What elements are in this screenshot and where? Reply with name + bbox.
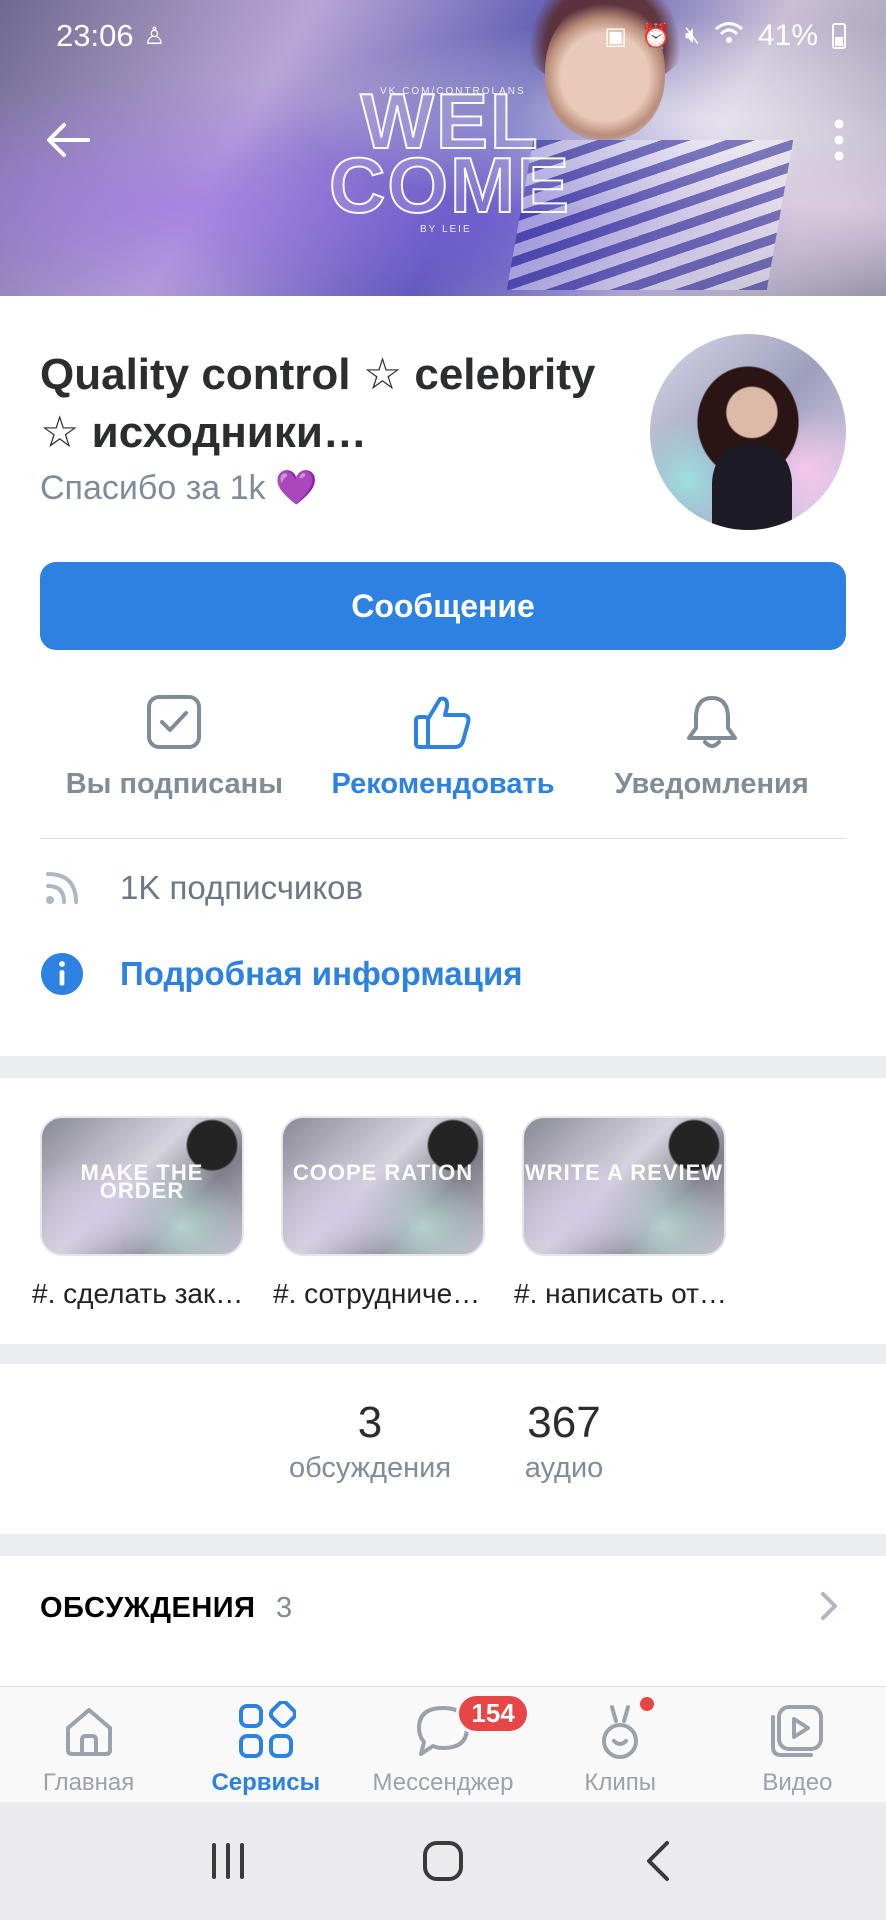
discussions-header[interactable]: ОБСУЖДЕНИЯ 3 [0,1556,886,1686]
messenger-badge: 154 [456,1693,530,1734]
tab-messenger[interactable]: 154 Мессенджер [354,1687,531,1802]
alarm-icon: ⏰ [640,22,671,50]
discussions-title: ОБСУЖДЕНИЯ [40,1592,256,1624]
notification-icon: ♙ [143,22,166,50]
video-icon [765,1699,829,1763]
rss-icon [40,866,84,910]
tab-video[interactable]: Видео [709,1687,886,1802]
system-navigation-bar [0,1802,886,1920]
counters-section: 3 обсуждения 367 аудио [0,1364,886,1534]
thumbs-up-icon [411,690,475,754]
counter-discussions[interactable]: 3 обсуждения [278,1398,462,1485]
checkbox-icon [142,690,206,754]
bottom-tab-bar: Главная Сервисы 154 Мессенджер Клипы Вид… [0,1686,886,1802]
arrow-left-icon [47,123,90,157]
group-name: Quality control ☆ celebrity ☆ исходники… [40,350,596,457]
message-button[interactable]: Сообщение [40,562,846,650]
info-icon [40,952,84,996]
tab-clips[interactable]: Клипы [532,1687,709,1802]
group-avatar[interactable] [650,334,846,530]
subscribers-count: 1K подписчиков [120,869,364,906]
sim-icon: ▣ [604,22,627,50]
more-vertical-icon [834,119,844,161]
chevron-left-icon [647,1841,670,1881]
battery-percent: 41% [757,19,818,52]
status-bar: 23:06 ♙ ▣ ⏰ 🔇︎ 41% [56,14,846,58]
link-thumbnail: MAKE THE ORDER [40,1116,244,1256]
notifications-button[interactable]: Уведомления [577,690,846,820]
link-make-order[interactable]: MAKE THE ORDER #. сделать зак… [32,1116,244,1310]
link-write-review[interactable]: WRITE A REVIEW #. написать от… [514,1116,727,1310]
battery-icon [832,23,846,49]
recommend-button[interactable]: Рекомендовать [309,690,578,820]
tab-services[interactable]: Сервисы [177,1687,354,1802]
counter-audio[interactable]: 367 аудио [508,1398,620,1485]
bell-icon [680,690,744,754]
chevron-right-icon [821,1592,837,1620]
status-time: 23:06 [56,18,134,53]
link-thumbnail: COOPE RATION [281,1116,485,1256]
link-cooperation[interactable]: COOPE RATION #. сотрудниче… [273,1116,485,1310]
home-icon [57,1699,121,1763]
action-row: Вы подписаны Рекомендовать Уведомления [40,690,846,820]
back-button[interactable] [40,112,96,168]
recent-apps-button[interactable] [198,1831,258,1891]
services-icon [234,1699,298,1763]
links-section: MAKE THE ORDER #. сделать зак… COOPE RAT… [0,1078,886,1344]
home-circle-icon [422,1841,463,1881]
mute-icon: 🔇︎ [684,22,700,49]
system-back-button[interactable] [628,1831,688,1891]
wifi-icon [714,21,744,52]
more-menu-button[interactable] [824,112,854,168]
home-button[interactable] [413,1831,473,1891]
cover-welcome-text: VK.COM/CONTROLANS WEL COME BY LEIE [328,77,571,235]
subscribers-row[interactable]: 1K подписчиков [40,858,846,918]
recent-apps-icon [211,1843,244,1879]
discussions-count: 3 [276,1592,293,1624]
group-status: Спасибо за 1k 💜 [40,469,318,507]
group-header: Quality control ☆ celebrity ☆ исходники…… [0,296,886,1056]
subscribed-button[interactable]: Вы подписаны [40,690,309,820]
details-link[interactable]: Подробная информация [40,944,846,1004]
clips-new-dot [639,1697,654,1711]
tab-home[interactable]: Главная [0,1687,177,1802]
link-thumbnail: WRITE A REVIEW [522,1116,726,1256]
divider [40,838,846,839]
cover-image: VK.COM/CONTROLANS WEL COME BY LEIE 23:06… [0,0,886,296]
